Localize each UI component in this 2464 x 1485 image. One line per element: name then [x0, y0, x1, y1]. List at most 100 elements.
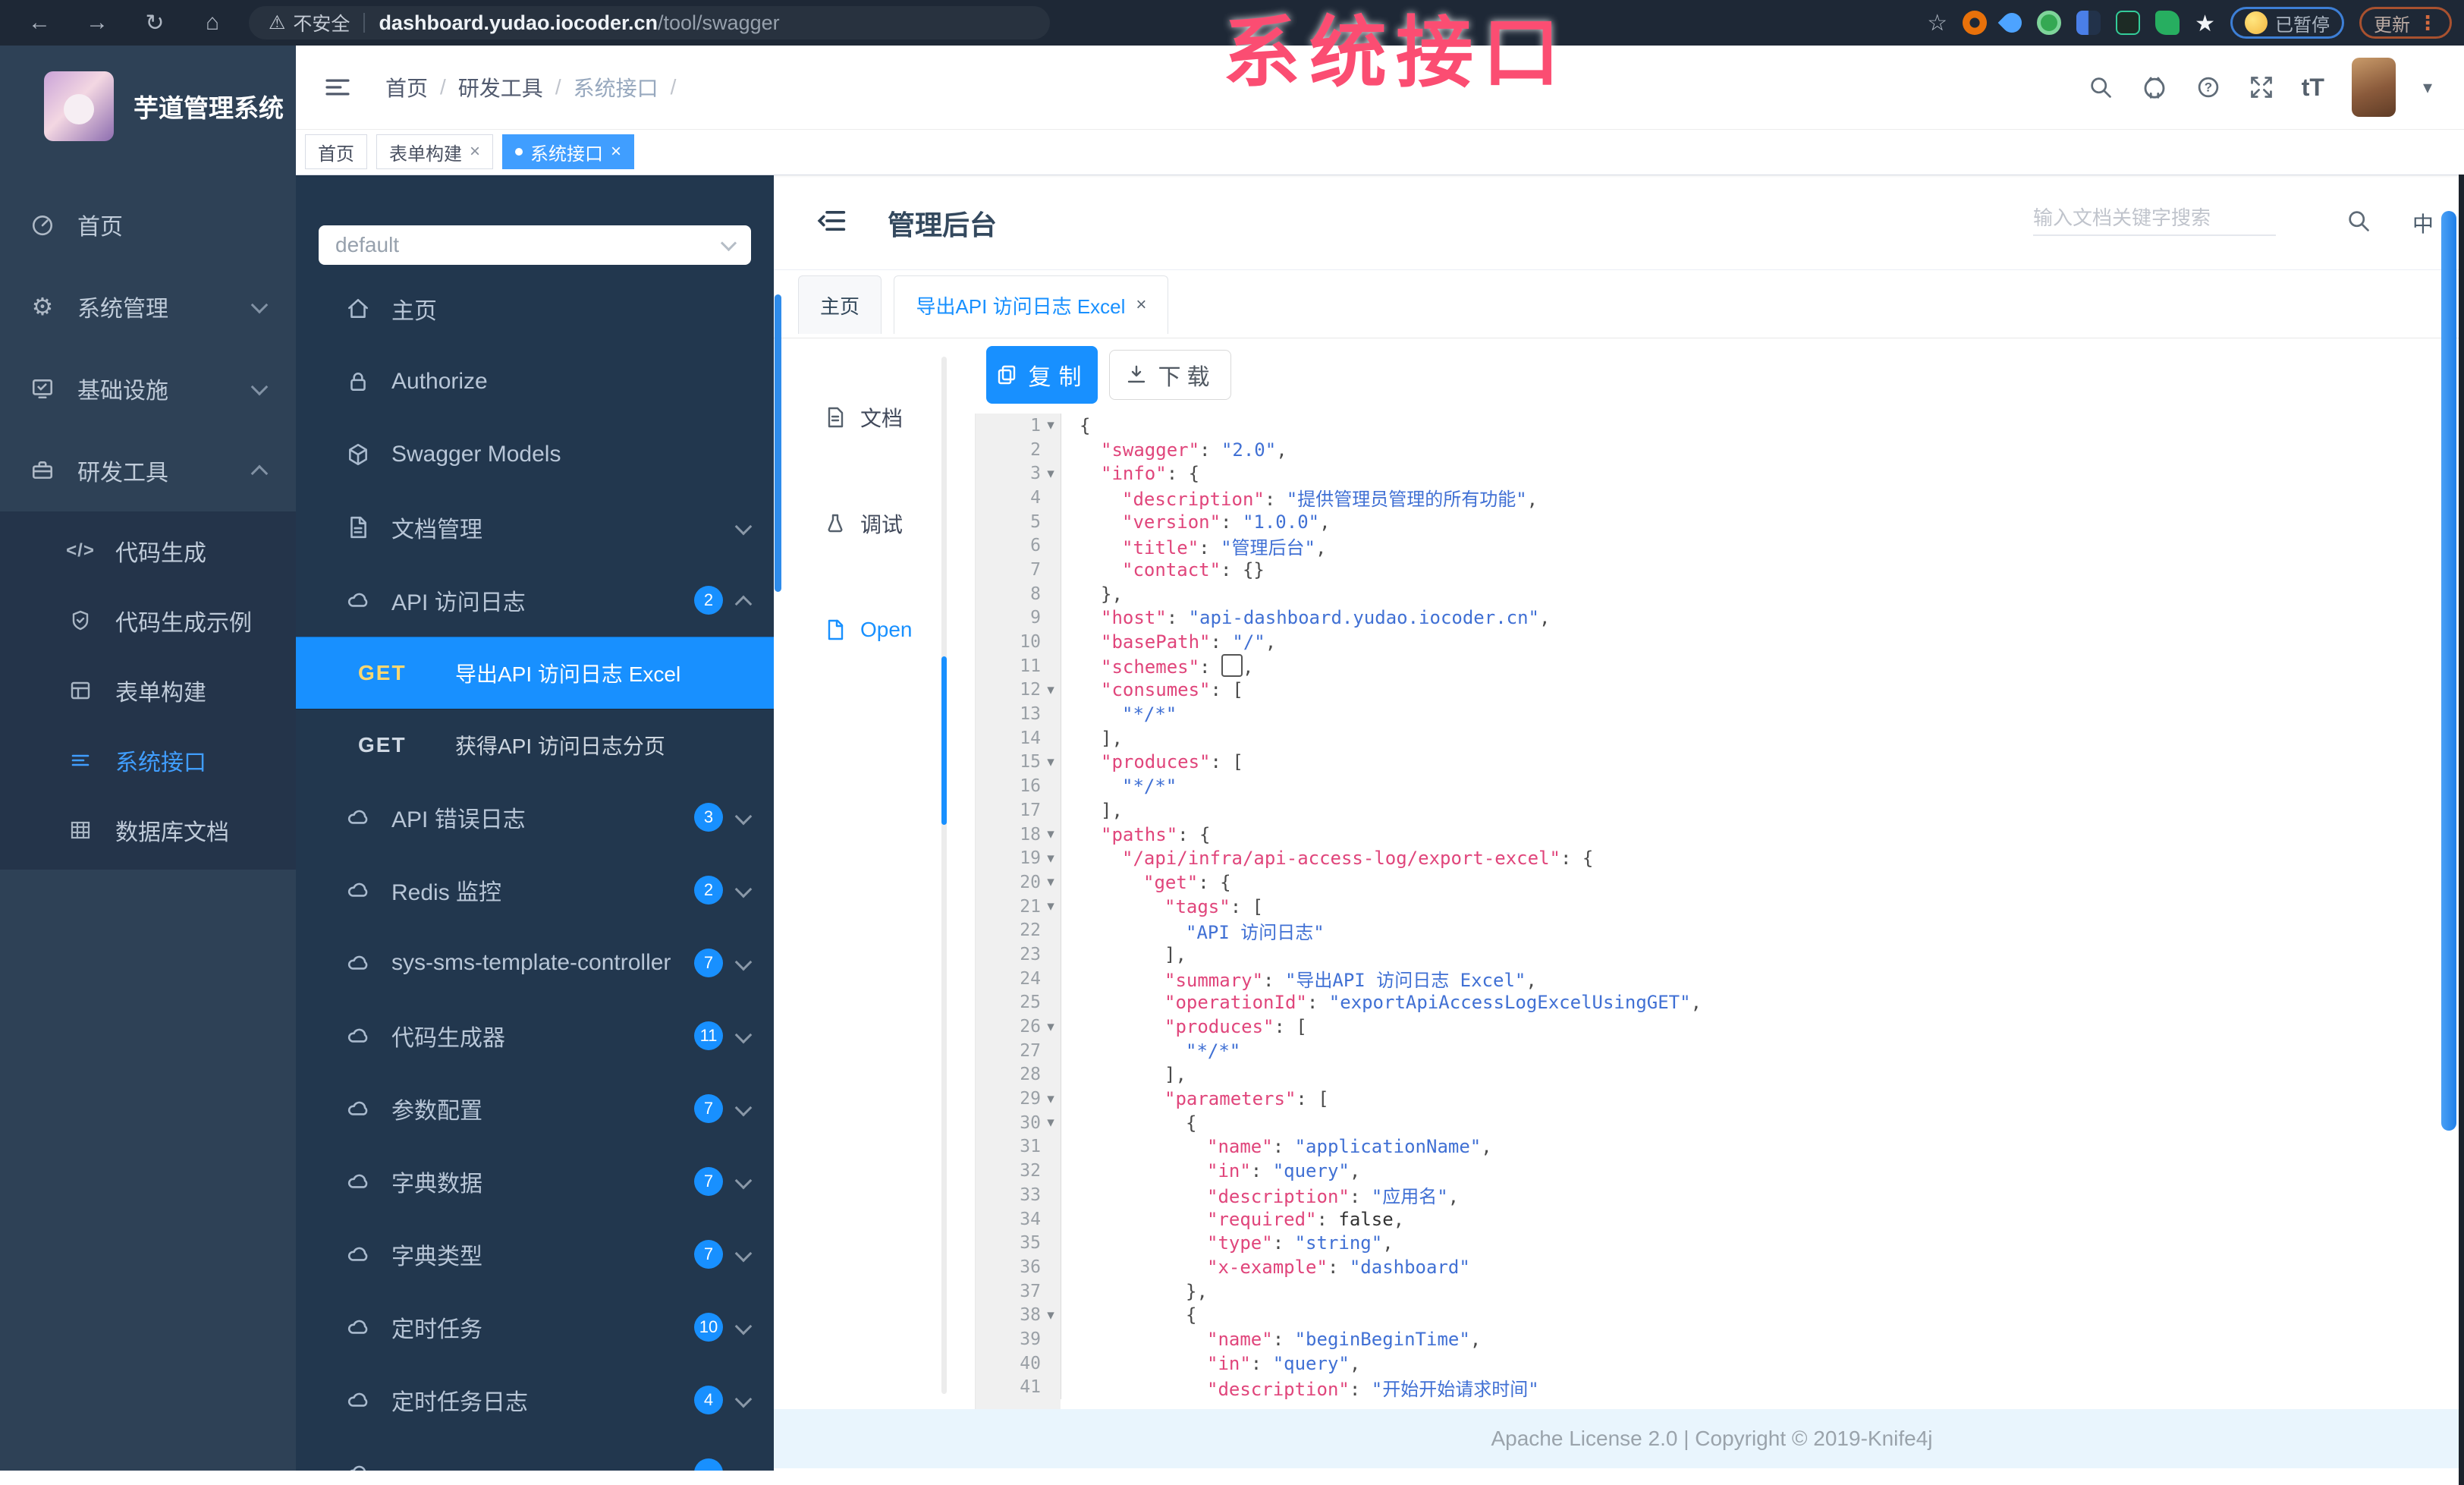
doc-tab[interactable]: 主页 [798, 275, 882, 334]
sidebar-menu-item[interactable]: 基础设施 [0, 348, 296, 429]
tag-view-item[interactable]: 首页 [305, 134, 367, 169]
extension-icon[interactable] [1997, 8, 2026, 37]
knife4j-menu-item[interactable]: 参数配置 7 [296, 1072, 774, 1145]
sidebar-submenu-item[interactable]: 数据库文档 [0, 795, 296, 865]
sidebar-submenu-item[interactable]: 系统接口 [0, 725, 296, 795]
line-number-gutter[interactable]: 7 ▾ [976, 558, 1061, 582]
line-number-gutter[interactable]: 18 ▾ [976, 822, 1061, 847]
line-number-gutter[interactable]: 24 ▾ [976, 966, 1061, 991]
fold-caret-icon[interactable]: ▾ [1041, 1307, 1061, 1324]
download-button[interactable]: 下载 [1109, 350, 1231, 400]
line-number-gutter[interactable]: 37 ▾ [976, 1279, 1061, 1304]
mini-sidebar-item[interactable]: 文档 [774, 391, 948, 444]
breadcrumb-item[interactable]: 首页 [385, 72, 428, 102]
line-number-gutter[interactable]: 4 ▾ [976, 486, 1061, 510]
knife4j-scrollbar-thumb[interactable] [775, 294, 781, 592]
line-number-gutter[interactable]: 17 ▾ [976, 798, 1061, 823]
fold-caret-icon[interactable]: ▾ [1041, 1114, 1061, 1131]
knife4j-menu-item[interactable]: 主页 [296, 272, 774, 345]
doc-search-input[interactable] [2033, 202, 2276, 236]
knife4j-menu-item[interactable]: API 访问日志 2 [296, 564, 774, 637]
knife4j-menu-item[interactable]: Swagger Models [296, 418, 774, 491]
extension-icon[interactable] [1963, 11, 1988, 35]
line-number-gutter[interactable]: 6 ▾ [976, 533, 1061, 558]
knife4j-menu-item[interactable]: API 错误日志 3 [296, 781, 774, 854]
fold-caret-icon[interactable]: ▾ [1041, 754, 1061, 771]
extension-icon[interactable] [2076, 11, 2101, 35]
code-editor[interactable]: 1 ▾ { 2 ▾ "swagger": "2.0", 3 [975, 414, 2464, 1409]
api-group-select[interactable]: default [319, 225, 751, 265]
user-avatar[interactable] [2351, 58, 2396, 117]
line-number-gutter[interactable]: 36 ▾ [976, 1255, 1061, 1279]
browser-reload-icon[interactable]: ↻ [141, 10, 168, 36]
language-toggle[interactable]: 中 [2412, 208, 2434, 238]
fold-caret-icon[interactable]: ▾ [1041, 1090, 1061, 1108]
breadcrumb-item[interactable]: 研发工具 [458, 72, 543, 102]
line-number-gutter[interactable]: 38 ▾ [976, 1303, 1061, 1328]
search-icon[interactable] [2088, 74, 2114, 100]
line-number-gutter[interactable]: 33 ▾ [976, 1183, 1061, 1207]
doc-tab[interactable]: 导出API 访问日志 Excel × [894, 275, 1169, 334]
line-number-gutter[interactable]: 35 ▾ [976, 1231, 1061, 1256]
knife4j-menu-item[interactable]: 定时任务日志 4 [296, 1364, 774, 1436]
knife4j-menu-item[interactable] [296, 1436, 774, 1471]
knife4j-menu-item[interactable]: GET 获得API 访问日志分页 [296, 709, 774, 781]
line-number-gutter[interactable]: 21 ▾ [976, 894, 1061, 919]
extension-icon[interactable] [2037, 11, 2062, 35]
sidebar-submenu-item[interactable]: 代码生成示例 [0, 586, 296, 656]
knife4j-menu-item[interactable]: 字典数据 7 [296, 1145, 774, 1218]
github-icon[interactable] [2141, 74, 2168, 101]
line-number-gutter[interactable]: 39 ▾ [976, 1327, 1061, 1351]
line-number-gutter[interactable]: 1 ▾ [976, 414, 1061, 438]
line-number-gutter[interactable]: 10 ▾ [976, 630, 1061, 654]
browser-home-icon[interactable]: ⌂ [199, 10, 226, 36]
fold-caret-icon[interactable]: ▾ [1041, 417, 1061, 434]
app-logo-row[interactable]: 芋道管理系统 [0, 46, 296, 141]
line-number-gutter[interactable]: 8 ▾ [976, 581, 1061, 606]
line-number-gutter[interactable]: 12 ▾ [976, 678, 1061, 703]
mini-scrollbar-thumb[interactable] [941, 656, 947, 825]
line-number-gutter[interactable]: 11 ▾ [976, 653, 1061, 678]
fold-caret-icon[interactable]: ▾ [1041, 850, 1061, 867]
knife4j-menu-item[interactable]: Redis 监控 2 [296, 854, 774, 927]
line-number-gutter[interactable]: 40 ▾ [976, 1351, 1061, 1376]
line-number-gutter[interactable]: 5 ▾ [976, 509, 1061, 534]
fold-caret-icon[interactable]: ▾ [1041, 898, 1061, 915]
paused-extension-badge[interactable]: 已暂停 [2230, 7, 2344, 39]
sidebar-collapse-icon[interactable] [323, 73, 352, 102]
line-number-gutter[interactable]: 3 ▾ [976, 461, 1061, 486]
line-number-gutter[interactable]: 13 ▾ [976, 702, 1061, 726]
knife4j-menu-item[interactable]: Authorize [296, 345, 774, 418]
line-number-gutter[interactable]: 19 ▾ [976, 846, 1061, 871]
fullscreen-icon[interactable] [2249, 74, 2274, 100]
tag-view-item[interactable]: 系统接口 × [502, 134, 635, 169]
line-number-gutter[interactable]: 16 ▾ [976, 774, 1061, 798]
sidebar-menu-item[interactable]: ⚙ 系统管理 [0, 266, 296, 348]
fold-caret-icon[interactable]: ▾ [1041, 1018, 1061, 1036]
page-scrollbar-thumb[interactable] [2441, 211, 2456, 1131]
line-number-gutter[interactable]: 14 ▾ [976, 725, 1061, 750]
browser-forward-icon[interactable]: → [83, 10, 111, 36]
address-bar[interactable]: ⚠ 不安全 dashboard.yudao.iocoder.cn /tool/s… [249, 6, 1050, 39]
sidebar-menu-item[interactable]: 首页 [0, 184, 296, 266]
knife4j-menu-item[interactable]: 定时任务 10 [296, 1291, 774, 1364]
copy-button[interactable]: 复制 [986, 346, 1098, 404]
fold-caret-icon[interactable]: ▾ [1041, 873, 1061, 891]
close-icon[interactable]: × [1136, 294, 1146, 316]
sidebar-submenu-item[interactable]: </> 代码生成 [0, 516, 296, 586]
line-number-gutter[interactable]: 28 ▾ [976, 1062, 1061, 1087]
line-number-gutter[interactable]: 32 ▾ [976, 1159, 1061, 1183]
browser-menu-icon[interactable]: ⋮ [2418, 11, 2437, 35]
knife4j-menu-item[interactable]: GET 导出API 访问日志 Excel [296, 637, 774, 709]
help-icon[interactable]: ? [2195, 74, 2221, 100]
line-number-gutter[interactable]: 27 ▾ [976, 1038, 1061, 1063]
doc-search-icon[interactable] [2346, 208, 2371, 234]
window-scrollbar-track[interactable] [2459, 175, 2464, 1485]
line-number-gutter[interactable]: 25 ▾ [976, 990, 1061, 1015]
sidebar-menu-item[interactable]: 研发工具 [0, 429, 296, 511]
tag-view-item[interactable]: 表单构建 × [376, 134, 494, 169]
bookmark-star-icon[interactable]: ☆ [1927, 10, 1947, 36]
line-number-gutter[interactable]: 34 ▾ [976, 1207, 1061, 1232]
close-icon[interactable]: × [470, 141, 480, 162]
knife4j-menu-item[interactable]: 代码生成器 11 [296, 999, 774, 1072]
